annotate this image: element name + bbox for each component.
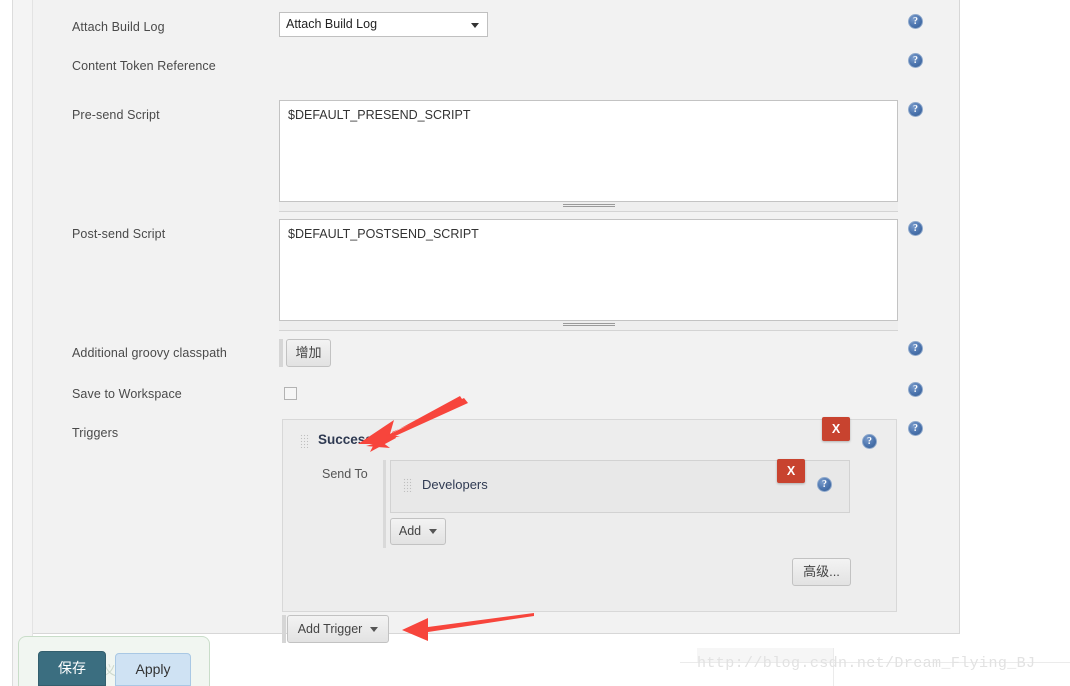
- panel-bottom-border: [33, 633, 960, 634]
- send-to-group-rule: [383, 460, 386, 548]
- label-send-to: Send To: [322, 467, 368, 481]
- attach-build-log-selected-value: Attach Build Log: [286, 17, 378, 31]
- pre-send-script-resize-grip[interactable]: [279, 202, 898, 212]
- remove-recipient-button[interactable]: X: [777, 459, 805, 483]
- help-icon-content-token-reference[interactable]: ?: [908, 53, 923, 68]
- chevron-down-icon: [471, 22, 479, 28]
- recipient-name-developers: Developers: [422, 477, 488, 492]
- advanced-button[interactable]: 高级...: [792, 558, 851, 586]
- chevron-down-icon: [370, 627, 379, 633]
- pre-send-script-field[interactable]: [279, 100, 898, 202]
- attach-build-log-select[interactable]: Attach Build Log: [279, 12, 488, 37]
- label-content-token-reference: Content Token Reference: [72, 59, 216, 73]
- jenkins-email-ext-config-page: Attach Build Log Attach Build Log ? Cont…: [0, 0, 1070, 686]
- add-recipient-button[interactable]: Add: [390, 518, 446, 545]
- left-gutter: [12, 0, 33, 686]
- label-save-to-workspace: Save to Workspace: [72, 387, 182, 401]
- post-send-script-textarea[interactable]: [279, 219, 898, 321]
- add-trigger-tab-stub: [282, 615, 286, 643]
- label-attach-build-log: Attach Build Log: [72, 20, 165, 34]
- help-icon-triggers[interactable]: ?: [908, 421, 923, 436]
- remove-trigger-button[interactable]: X: [822, 417, 850, 441]
- help-icon-success-trigger[interactable]: ?: [862, 434, 877, 449]
- watermark-text: http://blog.csdn.net/Dream_Flying_BJ: [697, 655, 1036, 672]
- help-icon-attach-build-log[interactable]: ?: [908, 14, 923, 29]
- post-send-script-resize-grip[interactable]: [279, 321, 898, 331]
- save-to-workspace-checkbox[interactable]: [284, 387, 297, 400]
- post-send-script-field[interactable]: [279, 219, 898, 321]
- help-icon-post-send-script[interactable]: ?: [908, 221, 923, 236]
- add-trigger-button[interactable]: Add Trigger: [287, 615, 389, 643]
- drag-handle-icon-developers[interactable]: [403, 478, 413, 492]
- label-additional-groovy-classpath: Additional groovy classpath: [72, 346, 227, 360]
- add-recipient-label: Add: [398, 524, 422, 538]
- apply-button[interactable]: Apply: [115, 653, 191, 686]
- add-trigger-label: Add Trigger: [297, 622, 363, 636]
- help-icon-additional-groovy-classpath[interactable]: ?: [908, 341, 923, 356]
- help-icon-save-to-workspace[interactable]: ?: [908, 382, 923, 397]
- groovy-classpath-tab-stub: [279, 339, 283, 367]
- pre-send-script-textarea[interactable]: [279, 100, 898, 202]
- label-pre-send-script: Pre-send Script: [72, 108, 160, 122]
- save-button[interactable]: 保存: [38, 651, 106, 686]
- help-icon-developers[interactable]: ?: [817, 477, 832, 492]
- label-triggers: Triggers: [72, 426, 119, 440]
- label-post-send-script: Post-send Script: [72, 227, 166, 241]
- trigger-name-success: Success: [318, 432, 373, 447]
- help-icon-pre-send-script[interactable]: ?: [908, 102, 923, 117]
- chevron-down-icon: [429, 529, 438, 535]
- drag-handle-icon-success-trigger[interactable]: [300, 434, 310, 448]
- add-groovy-classpath-button[interactable]: 增加: [286, 339, 331, 367]
